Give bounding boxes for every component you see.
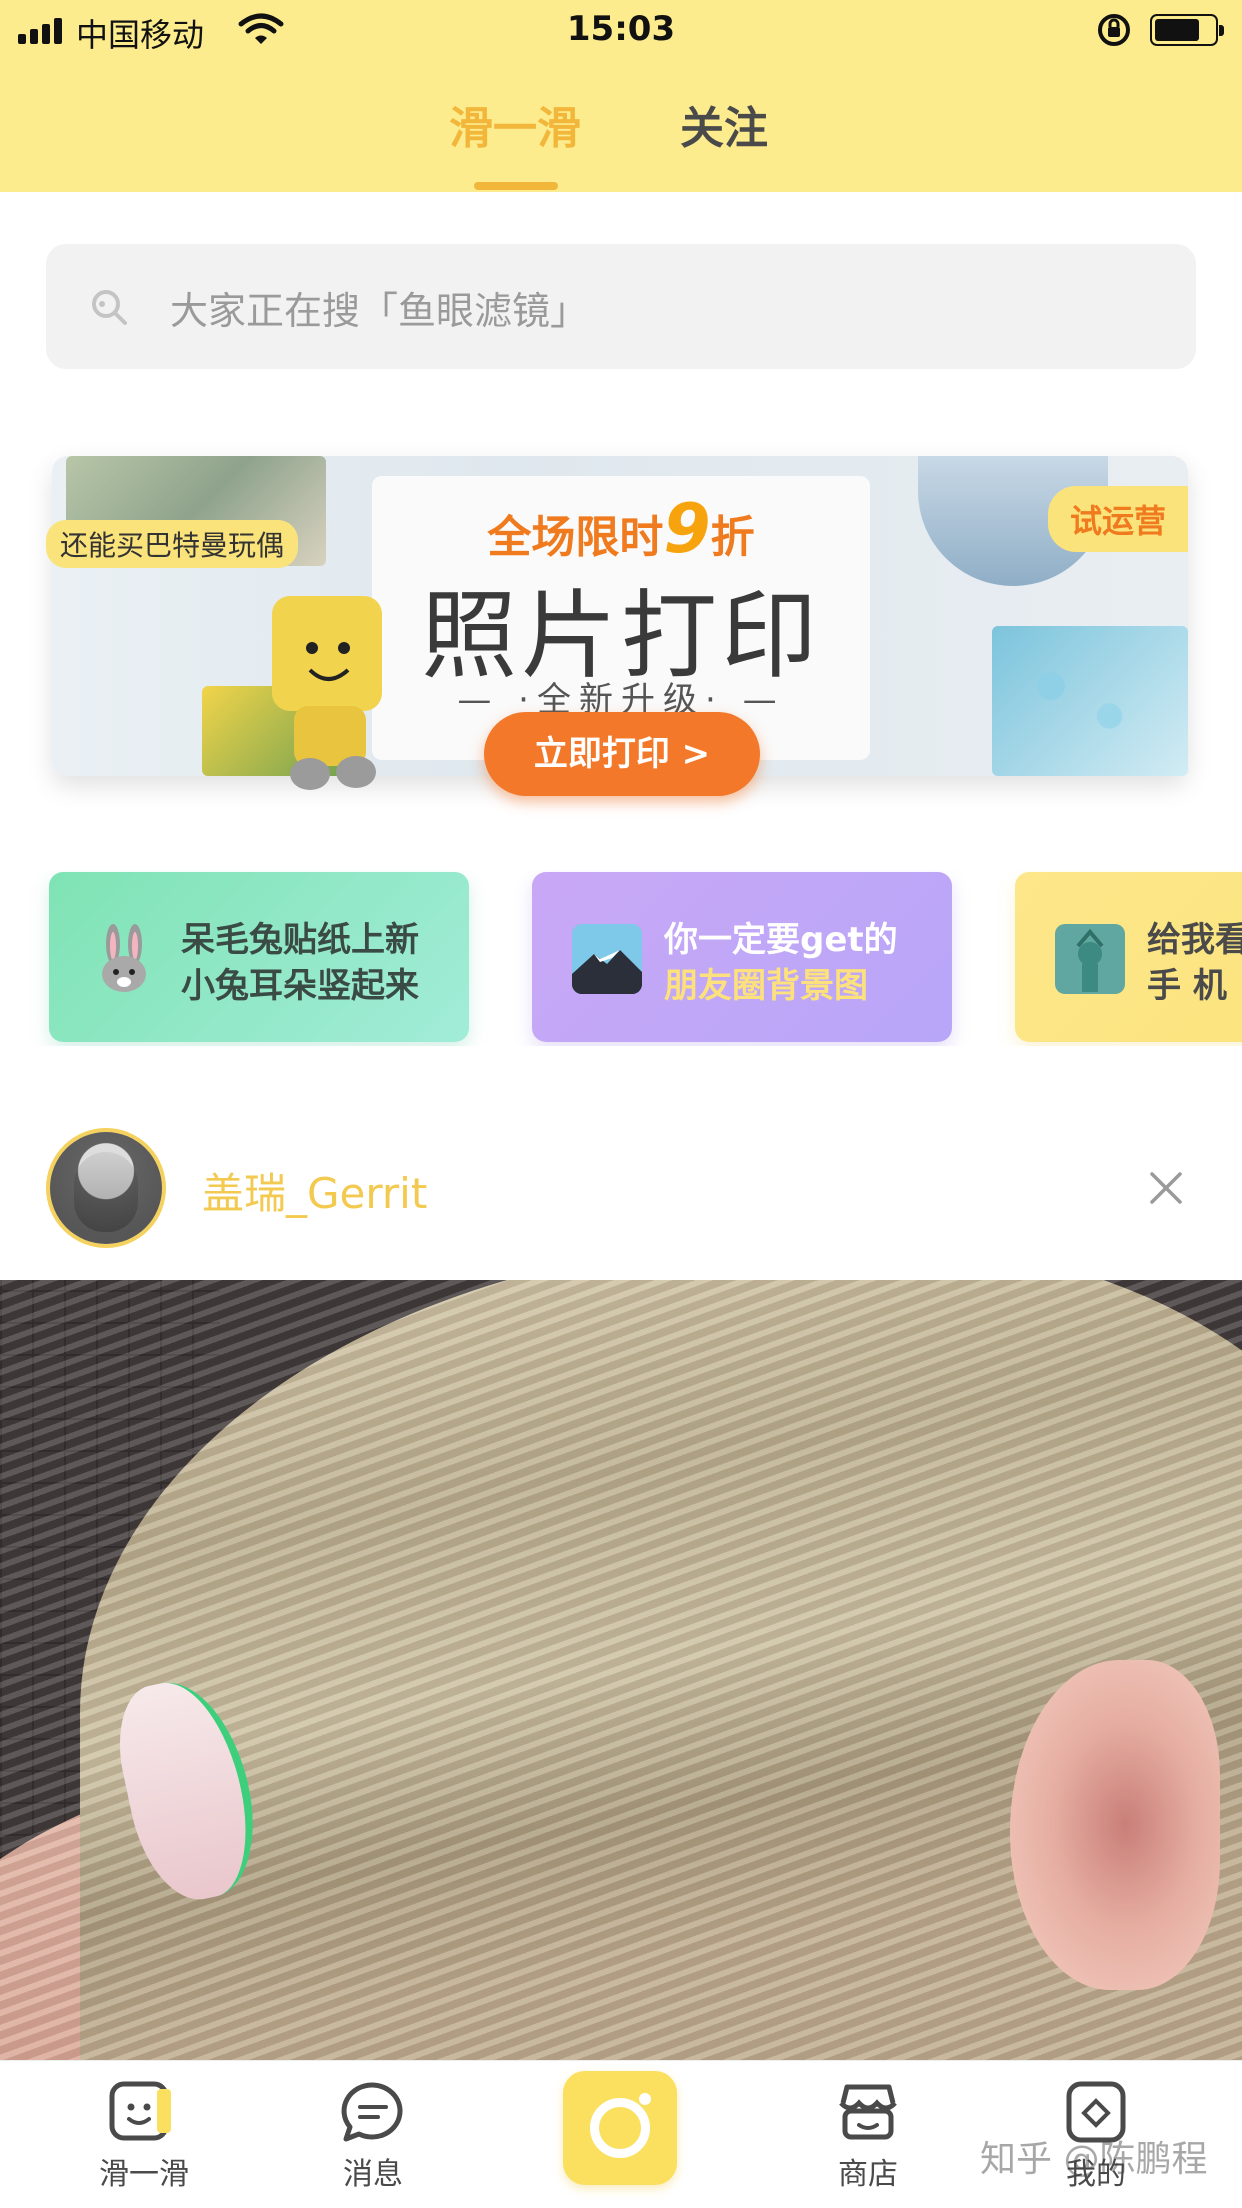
promo-suffix: 折 xyxy=(710,512,755,563)
nav-item-swipe[interactable]: 滑一滑 xyxy=(74,2081,214,2193)
post-username[interactable]: 盖瑞_Gerrit xyxy=(202,1160,427,1221)
search-placeholder: 大家正在搜「鱼眼滤镜」 xyxy=(170,289,589,333)
battery-icon xyxy=(1150,14,1224,46)
print-now-button[interactable]: 立即打印 > xyxy=(484,712,760,796)
nav-label-messages: 消息 xyxy=(343,2157,403,2192)
banner-tag-beta: 试运营 xyxy=(1047,486,1188,552)
tab-swipe[interactable]: 滑一滑 xyxy=(449,92,581,156)
statue-of-liberty-icon xyxy=(1055,924,1125,994)
shop-icon xyxy=(839,2084,897,2140)
message-icon xyxy=(341,2082,403,2142)
search-icon xyxy=(92,290,127,325)
topic-card-line1: 呆毛兔贴纸上新 xyxy=(181,920,419,960)
topic-card-line1: 你一定要get的 xyxy=(664,920,898,960)
topic-cards-carousel[interactable]: 呆毛兔贴纸上新 小兔耳朵竖起来 你一定要get的 朋友圈背景图 给我看 手 机 xyxy=(0,870,1242,1046)
banner-tag-doll: 还能买巴特曼玩偶 xyxy=(46,520,299,568)
watermark: 知乎 @陈鹏程 xyxy=(980,2139,1208,2180)
search-bar[interactable]: 大家正在搜「鱼眼滤镜」 xyxy=(46,244,1196,369)
topic-card-line2: 手 机 xyxy=(1147,966,1227,1006)
topic-card-rabbit-sticker[interactable]: 呆毛兔贴纸上新 小兔耳朵竖起来 xyxy=(49,872,469,1042)
mountain-icon xyxy=(572,924,642,994)
clock: 15:03 xyxy=(566,9,676,49)
camera-icon xyxy=(590,2098,650,2158)
avatar[interactable] xyxy=(46,1128,166,1248)
post-author-row: 盖瑞_Gerrit xyxy=(0,1126,1242,1250)
banner-photo-balls xyxy=(992,626,1188,776)
status-bar: 中国移动 15:03 xyxy=(0,0,1242,62)
post-photo[interactable] xyxy=(0,1280,1242,2060)
nav-label-swipe: 滑一滑 xyxy=(99,2157,189,2192)
nav-label-shop: 商店 xyxy=(838,2157,898,2192)
active-tab-indicator xyxy=(474,182,558,190)
topic-card-phone[interactable]: 给我看 手 机 xyxy=(1015,872,1242,1042)
nav-item-shop[interactable]: 商店 xyxy=(798,2081,938,2193)
topic-card-line2: 朋友圈背景图 xyxy=(664,966,868,1006)
tab-following[interactable]: 关注 xyxy=(680,92,768,156)
app-header: 中国移动 15:03 滑一滑 关注 xyxy=(0,0,1242,192)
camera-button[interactable] xyxy=(563,2071,677,2185)
plush-doll-icon xyxy=(272,596,382,790)
promo-prefix: 全场限时 xyxy=(487,512,664,563)
rabbit-icon xyxy=(102,924,146,992)
topic-card-line1: 给我看 xyxy=(1147,920,1242,960)
nav-item-messages[interactable]: 消息 xyxy=(303,2081,443,2193)
topic-card-line2: 小兔耳朵竖起来 xyxy=(181,966,419,1006)
close-icon[interactable] xyxy=(1148,1170,1184,1206)
feed-tabs: 滑一滑 关注 xyxy=(0,92,1242,162)
ear xyxy=(1010,1660,1220,1990)
rotation-lock-icon xyxy=(1098,14,1130,46)
swipe-face-icon xyxy=(109,2081,171,2141)
topic-card-moments-background[interactable]: 你一定要get的 朋友圈背景图 xyxy=(532,872,952,1042)
photo-print-banner[interactable]: 还能买巴特曼玩偶 试运营 全场限时9折 照片打印 — ·全新升级· — 立即打印… xyxy=(46,456,1188,796)
